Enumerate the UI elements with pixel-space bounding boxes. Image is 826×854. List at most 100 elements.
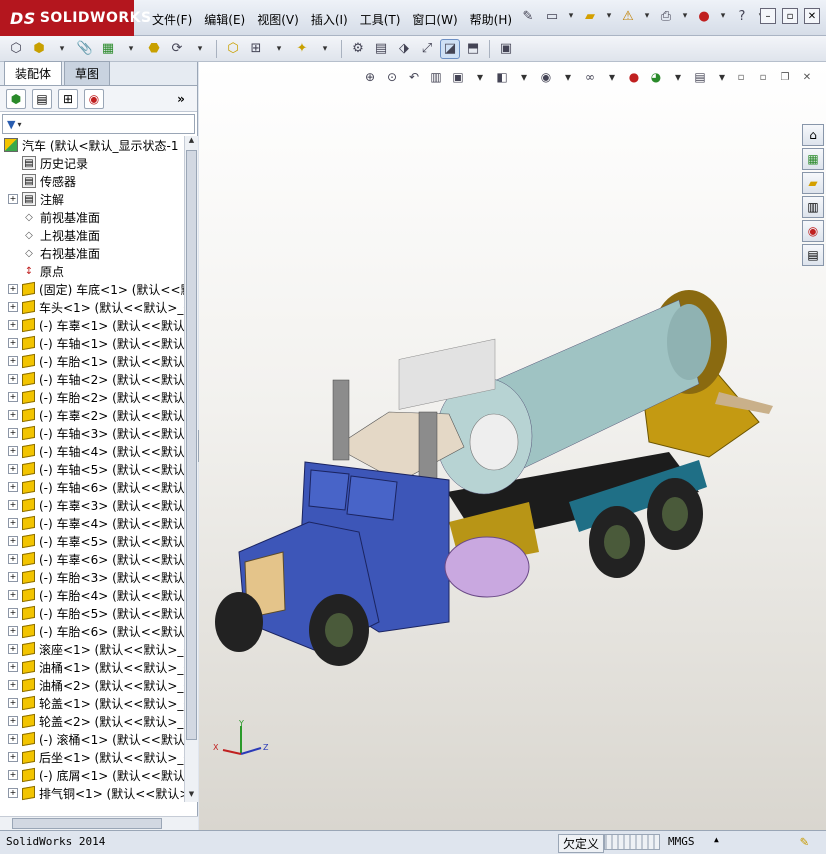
expand-toggle-icon[interactable]: + xyxy=(8,356,18,366)
rebuild-icon[interactable]: ● xyxy=(694,6,714,26)
hide-show-items-icon[interactable]: ∞ xyxy=(581,68,599,86)
expand-toggle-icon[interactable]: + xyxy=(8,464,18,474)
menu-file[interactable]: 文件(F) xyxy=(146,8,198,31)
tree-item[interactable]: + (-) 车辜<1> (默认<<默认 xyxy=(0,316,184,334)
units-dropdown-icon[interactable]: ▲ xyxy=(714,835,719,844)
solidworks-resources-icon[interactable]: ⌂ xyxy=(802,124,824,146)
tree-item[interactable]: + (-) 车辜<6> (默认<<默认 xyxy=(0,550,184,568)
tree-item[interactable]: + 轮盖<1> (默认<<默认>_外 xyxy=(0,694,184,712)
tree-item[interactable]: + (-) 车辜<3> (默认<<默认 xyxy=(0,496,184,514)
section-view-icon[interactable]: ▥ xyxy=(427,68,445,86)
tree-item[interactable]: + (-) 车辜<4> (默认<<默认 xyxy=(0,514,184,532)
tree-item[interactable]: + (-) 车轴<2> (默认<<默认 xyxy=(0,370,184,388)
reference-dropdown-icon[interactable]: ▾ xyxy=(315,39,335,59)
tree-item[interactable]: + (-) 车胎<5> (默认<<默认 xyxy=(0,604,184,622)
tree-item[interactable]: + ▤ 注解 xyxy=(0,190,184,208)
expand-toggle-icon[interactable]: + xyxy=(8,302,18,312)
rebuild-dropdown-icon[interactable]: ▾ xyxy=(718,6,728,26)
doc-tile-icon[interactable]: ▫ xyxy=(734,70,748,84)
scroll-down-icon[interactable]: ▼ xyxy=(186,790,197,802)
linear-pattern-icon[interactable]: ▦ xyxy=(98,39,118,59)
tree-item[interactable]: + 后坐<1> (默认<<默认>_外 xyxy=(0,748,184,766)
restore-icon[interactable]: ▫ xyxy=(782,8,798,24)
feature-manager-tab-icon[interactable]: ⬢ xyxy=(6,88,26,109)
expand-toggle-icon[interactable]: + xyxy=(8,392,18,402)
appearances-icon[interactable]: ◉ xyxy=(802,220,824,242)
menu-help[interactable]: 帮助(H) xyxy=(464,8,518,31)
expand-toggle-icon[interactable]: + xyxy=(8,320,18,330)
close-icon[interactable]: ✕ xyxy=(804,8,820,24)
scroll-thumb[interactable] xyxy=(186,150,197,740)
tooltip-note-icon[interactable]: ✎ xyxy=(800,834,808,850)
expand-toggle-icon[interactable]: + xyxy=(8,194,18,204)
new-motion-study-icon[interactable]: ⚙ xyxy=(348,39,368,59)
open-folder-icon[interactable]: ▰ xyxy=(580,6,600,26)
minimize-icon[interactable]: – xyxy=(760,8,776,24)
pattern-dropdown-icon[interactable]: ▾ xyxy=(121,39,141,59)
hide-show-dropdown-icon[interactable]: ▾ xyxy=(603,68,621,86)
exploded-view-icon[interactable]: ⬗ xyxy=(394,39,414,59)
expand-toggle-icon[interactable]: + xyxy=(8,662,18,672)
expand-toggle-icon[interactable]: + xyxy=(8,770,18,780)
new-part-icon[interactable]: ⬢ xyxy=(29,39,49,59)
truck-model[interactable] xyxy=(199,62,826,830)
expand-toggle-icon[interactable]: + xyxy=(8,752,18,762)
tree-item[interactable]: + (-) 车胎<6> (默认<<默认 xyxy=(0,622,184,640)
status-units[interactable]: MMGS xyxy=(668,835,695,848)
expand-toggle-icon[interactable]: + xyxy=(8,590,18,600)
instant3d-icon[interactable]: ▣ xyxy=(496,39,516,59)
tree-item[interactable]: + (-) 底屑<1> (默认<<默认 xyxy=(0,766,184,784)
tree-root[interactable]: 汽车 (默认<默认_显示状态-1 xyxy=(0,136,184,154)
scene-dropdown-icon[interactable]: ▾ xyxy=(669,68,687,86)
tree-item[interactable]: + (-) 车轴<5> (默认<<默认 xyxy=(0,460,184,478)
help-icon[interactable]: ? xyxy=(732,6,752,26)
dynamic-annotation-icon[interactable]: ▣ xyxy=(449,68,467,86)
tree-item[interactable]: ◇ 上视基准面 xyxy=(0,226,184,244)
interference-detection-icon[interactable]: ◪ xyxy=(440,38,460,59)
annotation-dropdown-icon[interactable]: ▾ xyxy=(471,68,489,86)
menu-edit[interactable]: 编辑(E) xyxy=(198,8,251,31)
tree-item[interactable]: + (-) 车轴<6> (默认<<默认 xyxy=(0,478,184,496)
tree-horizontal-scrollbar[interactable] xyxy=(0,816,198,830)
tree-item[interactable]: + (-) 车胎<3> (默认<<默认 xyxy=(0,568,184,586)
tree-item[interactable]: + 滚座<1> (默认<<默认>_外 xyxy=(0,640,184,658)
expand-toggle-icon[interactable]: + xyxy=(8,716,18,726)
doc-cascade-icon[interactable]: ▫ xyxy=(756,70,770,84)
file-explorer-icon[interactable]: ▰ xyxy=(802,172,824,194)
orientation-dropdown-icon[interactable]: ▾ xyxy=(515,68,533,86)
tree-item[interactable]: + 车头<1> (默认<<默认>_外 xyxy=(0,298,184,316)
expand-toggle-icon[interactable]: + xyxy=(8,500,18,510)
configuration-manager-tab-icon[interactable]: ⊞ xyxy=(58,88,78,109)
expand-toggle-icon[interactable]: + xyxy=(8,284,18,294)
pin-icon[interactable]: ✎ xyxy=(518,6,538,26)
expand-toggle-icon[interactable]: + xyxy=(8,680,18,690)
edit-appearance-icon[interactable]: ● xyxy=(625,68,643,86)
tree-item[interactable]: ◇ 右视基准面 xyxy=(0,244,184,262)
solidworks-logo[interactable]: DS SOLIDWORKS xyxy=(0,0,151,36)
expand-toggle-icon[interactable]: + xyxy=(8,572,18,582)
doc-restore-icon[interactable]: ❐ xyxy=(778,70,792,84)
view-palette-icon[interactable]: ▥ xyxy=(802,196,824,218)
tree-item[interactable]: + (-) 车辜<5> (默认<<默认 xyxy=(0,532,184,550)
menu-tools[interactable]: 工具(T) xyxy=(354,8,407,31)
reference-geometry-icon[interactable]: ✦ xyxy=(292,39,312,59)
scroll-up-icon[interactable]: ▲ xyxy=(186,136,197,148)
menu-view[interactable]: 视图(V) xyxy=(251,8,305,31)
save-icon[interactable]: ⚠ xyxy=(618,6,638,26)
new-dropdown-icon[interactable]: ▾ xyxy=(566,6,576,26)
previous-view-icon[interactable]: ↶ xyxy=(405,68,423,86)
view-settings-dropdown-icon[interactable]: ▾ xyxy=(713,68,731,86)
expand-toggle-icon[interactable]: + xyxy=(8,374,18,384)
new-document-icon[interactable]: ▭ xyxy=(542,6,562,26)
save-dropdown-icon[interactable]: ▾ xyxy=(642,6,652,26)
expand-toggle-icon[interactable]: + xyxy=(8,482,18,492)
expand-toggle-icon[interactable]: + xyxy=(8,644,18,654)
hscroll-thumb[interactable] xyxy=(12,818,162,829)
tree-item[interactable]: + (-) 车轴<3> (默认<<默认 xyxy=(0,424,184,442)
design-library-icon[interactable]: ▦ xyxy=(802,148,824,170)
bill-of-materials-icon[interactable]: ▤ xyxy=(371,39,391,59)
tree-item[interactable]: + (-) 车胎<1> (默认<<默认 xyxy=(0,352,184,370)
filter-icon[interactable]: ▼ xyxy=(7,118,15,131)
mate-icon[interactable]: 📎 xyxy=(75,39,95,59)
assembly-features-icon[interactable]: ⊞ xyxy=(246,39,266,59)
